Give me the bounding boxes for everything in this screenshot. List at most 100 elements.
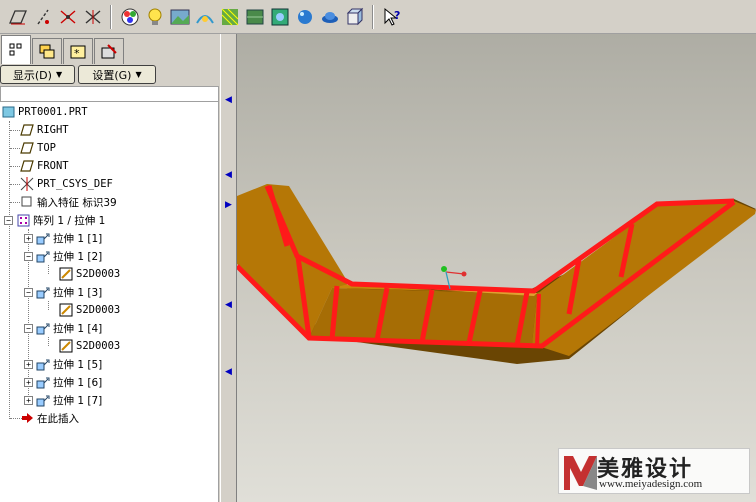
tab-layers[interactable] bbox=[32, 38, 62, 64]
datum-csys-icon[interactable] bbox=[81, 5, 104, 29]
tree-item-pattern[interactable]: − 阵列 1 / 拉伸 1 bbox=[4, 211, 105, 229]
expand-icon[interactable]: + bbox=[24, 359, 33, 369]
tree-item-insert-here[interactable]: 在此插入 bbox=[20, 409, 79, 427]
tools-icon bbox=[101, 43, 117, 58]
whats-this-icon[interactable]: ? bbox=[380, 5, 403, 29]
tree-item-extrude-2[interactable]: − 拉伸 1 [2] bbox=[24, 247, 102, 265]
show-dropdown[interactable]: 显示(D) ▼ bbox=[0, 65, 75, 84]
tree-item-label: 拉伸 1 [3] bbox=[53, 286, 103, 299]
extrude-icon bbox=[36, 357, 50, 371]
tree-item-root[interactable]: PRT0001.PRT bbox=[1, 103, 88, 121]
sketch-icon bbox=[59, 267, 73, 281]
toolbar-separator bbox=[110, 4, 112, 29]
extrude-icon bbox=[36, 321, 50, 335]
collapse-left-icon[interactable]: ◀ bbox=[225, 95, 232, 105]
model-tree-icon bbox=[9, 43, 22, 56]
graphics-viewport[interactable] bbox=[237, 34, 756, 502]
extrude-icon bbox=[36, 231, 50, 245]
datum-axis-icon[interactable] bbox=[31, 5, 54, 29]
collapse-left-icon[interactable]: ◀ bbox=[225, 300, 232, 310]
tree-item-label: RIGHT bbox=[37, 124, 69, 136]
tab-model-tree[interactable] bbox=[1, 35, 31, 64]
chevron-down-icon: ▼ bbox=[55, 70, 63, 79]
collapse-icon[interactable]: − bbox=[4, 215, 13, 225]
settings-dropdown[interactable]: 设置(G) ▼ bbox=[78, 65, 156, 84]
csys-x-marker bbox=[461, 271, 467, 277]
tab-tools[interactable] bbox=[94, 38, 124, 64]
tree-item-label: PRT0001.PRT bbox=[18, 106, 88, 118]
collapse-right-icon[interactable]: ▶ bbox=[225, 200, 232, 210]
tree-item-extrude-7[interactable]: + 拉伸 1 [7] bbox=[24, 391, 102, 409]
tree-item-sketch[interactable]: S2D0003 bbox=[59, 265, 120, 283]
tree-line bbox=[10, 202, 20, 203]
favorites-icon: * bbox=[70, 45, 86, 60]
tree-item-label: 拉伸 1 [7] bbox=[53, 394, 103, 407]
datum-point-icon[interactable] bbox=[56, 5, 79, 29]
tree-item-label: S2D0003 bbox=[76, 268, 121, 280]
tree-options-bar: 显示(D) ▼ 设置(G) ▼ bbox=[0, 65, 220, 87]
tree-item-label: S2D0003 bbox=[76, 340, 121, 352]
tree-item-label: 拉伸 1 [2] bbox=[53, 250, 103, 263]
tab-favorites[interactable]: * bbox=[63, 38, 93, 64]
collapse-icon[interactable]: − bbox=[24, 323, 33, 333]
tree-item-label: FRONT bbox=[37, 160, 69, 172]
pro-engineer-window: ? * 显示(D) ▼ 设置(G) ▼ PRT0001.PRT RIGHT TO… bbox=[0, 0, 756, 502]
expand-icon[interactable]: + bbox=[24, 395, 33, 405]
light-icon[interactable] bbox=[143, 5, 166, 29]
tree-line bbox=[48, 337, 49, 346]
tree-item-label: PRT_CSYS_DEF bbox=[37, 178, 113, 190]
sketch-plane-icon[interactable] bbox=[6, 5, 29, 29]
part-icon bbox=[1, 105, 15, 119]
tree-item-import-feature[interactable]: 输入特征 标识39 bbox=[20, 193, 117, 211]
extrude-icon bbox=[36, 249, 50, 263]
navigator-tabs: * bbox=[0, 34, 220, 64]
tree-item-extrude-1[interactable]: + 拉伸 1 [1] bbox=[24, 229, 102, 247]
tree-item-label: 输入特征 标识39 bbox=[37, 196, 117, 209]
tree-line bbox=[10, 130, 20, 131]
collapse-icon[interactable]: − bbox=[24, 287, 33, 297]
sphere-icon[interactable] bbox=[293, 5, 316, 29]
tree-item-extrude-3[interactable]: − 拉伸 1 [3] bbox=[24, 283, 102, 301]
brand-logo-icon bbox=[564, 456, 597, 490]
layers-icon bbox=[39, 44, 55, 58]
cap-icon[interactable] bbox=[318, 5, 341, 29]
tree-item-sketch[interactable]: S2D0003 bbox=[59, 337, 120, 355]
watermark-url: www.meiyadesign.com bbox=[599, 478, 703, 490]
tree-item-label: 在此插入 bbox=[37, 412, 79, 425]
collapse-left-icon[interactable]: ◀ bbox=[225, 367, 232, 377]
main-toolbar: ? bbox=[0, 0, 756, 34]
csys-y-marker bbox=[441, 266, 447, 272]
tree-item-sketch[interactable]: S2D0003 bbox=[59, 301, 120, 319]
render-region-icon[interactable] bbox=[243, 5, 266, 29]
tree-line bbox=[48, 301, 49, 310]
environment-icon[interactable] bbox=[268, 5, 291, 29]
settings-dropdown-label: 设置(G) bbox=[92, 68, 132, 82]
extrude-icon bbox=[36, 375, 50, 389]
scene-icon[interactable] bbox=[168, 5, 191, 29]
collapse-icon[interactable]: − bbox=[24, 251, 33, 261]
pattern-icon bbox=[16, 213, 30, 227]
navigator-panel: * 显示(D) ▼ 设置(G) ▼ PRT0001.PRT RIGHT TOP … bbox=[0, 34, 220, 502]
model-setup-icon[interactable] bbox=[193, 5, 216, 29]
cube-icon[interactable] bbox=[343, 5, 366, 29]
appearance-icon[interactable] bbox=[118, 5, 141, 29]
tree-item-extrude-4[interactable]: − 拉伸 1 [4] bbox=[24, 319, 102, 337]
tree-item-extrude-6[interactable]: + 拉伸 1 [6] bbox=[24, 373, 102, 391]
tree-item-top[interactable]: TOP bbox=[20, 139, 56, 157]
import-feature-icon bbox=[20, 195, 34, 209]
texture-icon[interactable] bbox=[218, 5, 241, 29]
tree-item-right[interactable]: RIGHT bbox=[20, 121, 69, 139]
tree-line bbox=[10, 148, 20, 149]
sketch-icon bbox=[59, 303, 73, 317]
tree-item-extrude-5[interactable]: + 拉伸 1 [5] bbox=[24, 355, 102, 373]
model-tree: PRT0001.PRT RIGHT TOP FRONT PRT_CSYS_DEF… bbox=[0, 102, 219, 502]
tree-item-front[interactable]: FRONT bbox=[20, 157, 69, 175]
watermark-logo: 美雅设计 www.meiyadesign.com bbox=[558, 448, 750, 494]
expand-icon[interactable]: + bbox=[24, 377, 33, 387]
datum-plane-icon bbox=[20, 141, 34, 155]
expand-icon[interactable]: + bbox=[24, 233, 33, 243]
collapse-left-icon[interactable]: ◀ bbox=[225, 170, 232, 180]
tree-item-csys[interactable]: PRT_CSYS_DEF bbox=[20, 175, 113, 193]
model-render bbox=[237, 184, 756, 364]
sketch-icon bbox=[59, 339, 73, 353]
